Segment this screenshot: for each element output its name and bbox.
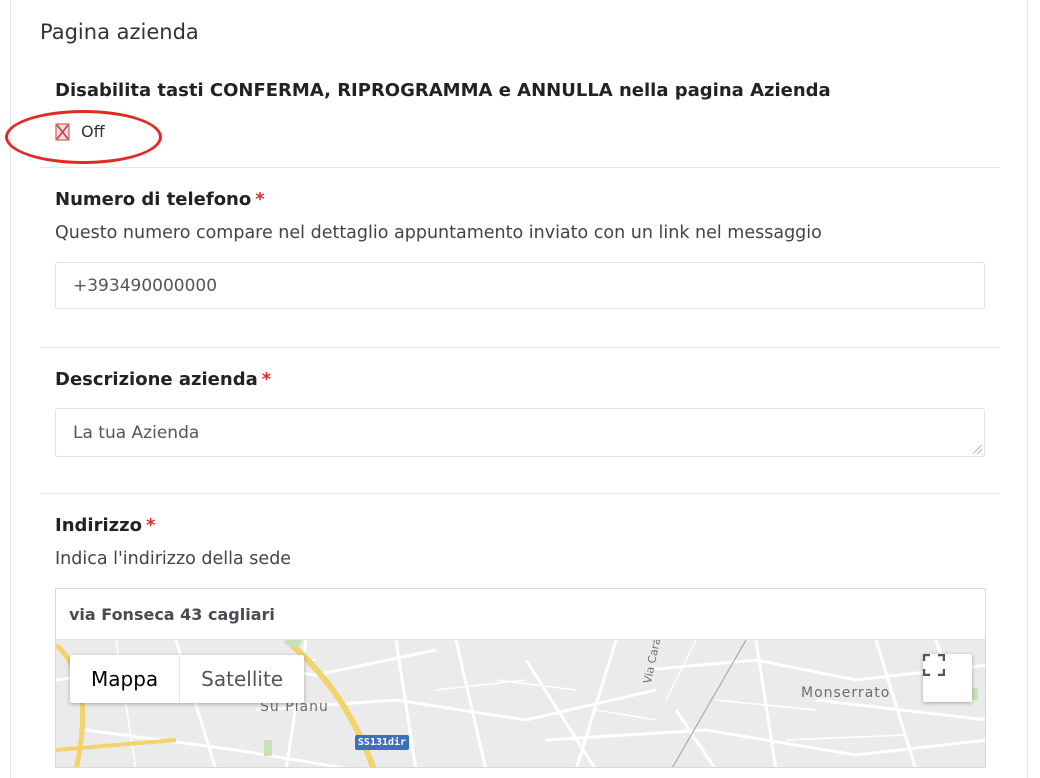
divider <box>40 347 1000 348</box>
required-mark: * <box>255 189 265 210</box>
phone-label-text: Numero di telefono <box>55 189 252 210</box>
resize-handle-icon[interactable] <box>973 445 982 454</box>
divider <box>40 167 1000 168</box>
description-label-text: Descrizione azienda <box>55 369 258 390</box>
address-widget: via Fonseca 43 cagliari Monserrato Su Pl… <box>55 588 986 768</box>
road-shield: SS131dir <box>355 735 409 750</box>
map-type-satellite-button[interactable]: Satellite <box>180 655 304 703</box>
fullscreen-button[interactable] <box>923 654 972 702</box>
phone-help: Questo numero compare nel dettaglio appu… <box>55 223 822 243</box>
disable-buttons-label: Disabilita tasti CONFERMA, RIPROGRAMMA e… <box>55 80 831 101</box>
required-mark: * <box>261 369 272 390</box>
map-label-monserrato: Monserrato <box>801 685 891 701</box>
divider <box>40 493 1000 494</box>
phone-value: +393490000000 <box>73 275 218 296</box>
description-textarea[interactable]: La tua Azienda <box>55 408 985 457</box>
phone-input[interactable]: +393490000000 <box>55 262 985 309</box>
phone-label: Numero di telefono * <box>55 189 265 210</box>
address-label-text: Indirizzo <box>55 515 142 536</box>
description-label: Descrizione azienda * <box>55 369 271 390</box>
description-value: La tua Azienda <box>73 422 200 443</box>
required-mark: * <box>145 515 156 536</box>
map-type-control: Mappa Satellite <box>70 655 305 703</box>
section-title: Pagina azienda <box>40 20 199 44</box>
address-label: Indirizzo * <box>55 515 155 536</box>
highlight-annotation <box>5 110 162 164</box>
address-input[interactable]: via Fonseca 43 cagliari <box>56 589 985 640</box>
map-type-mappa-button[interactable]: Mappa <box>70 655 181 703</box>
address-value: via Fonseca 43 cagliari <box>69 604 275 624</box>
address-help: Indica l'indirizzo della sede <box>55 549 292 569</box>
map[interactable]: Monserrato Su Planu Via Caracalla SS131d… <box>56 640 985 767</box>
fullscreen-icon <box>923 654 945 676</box>
